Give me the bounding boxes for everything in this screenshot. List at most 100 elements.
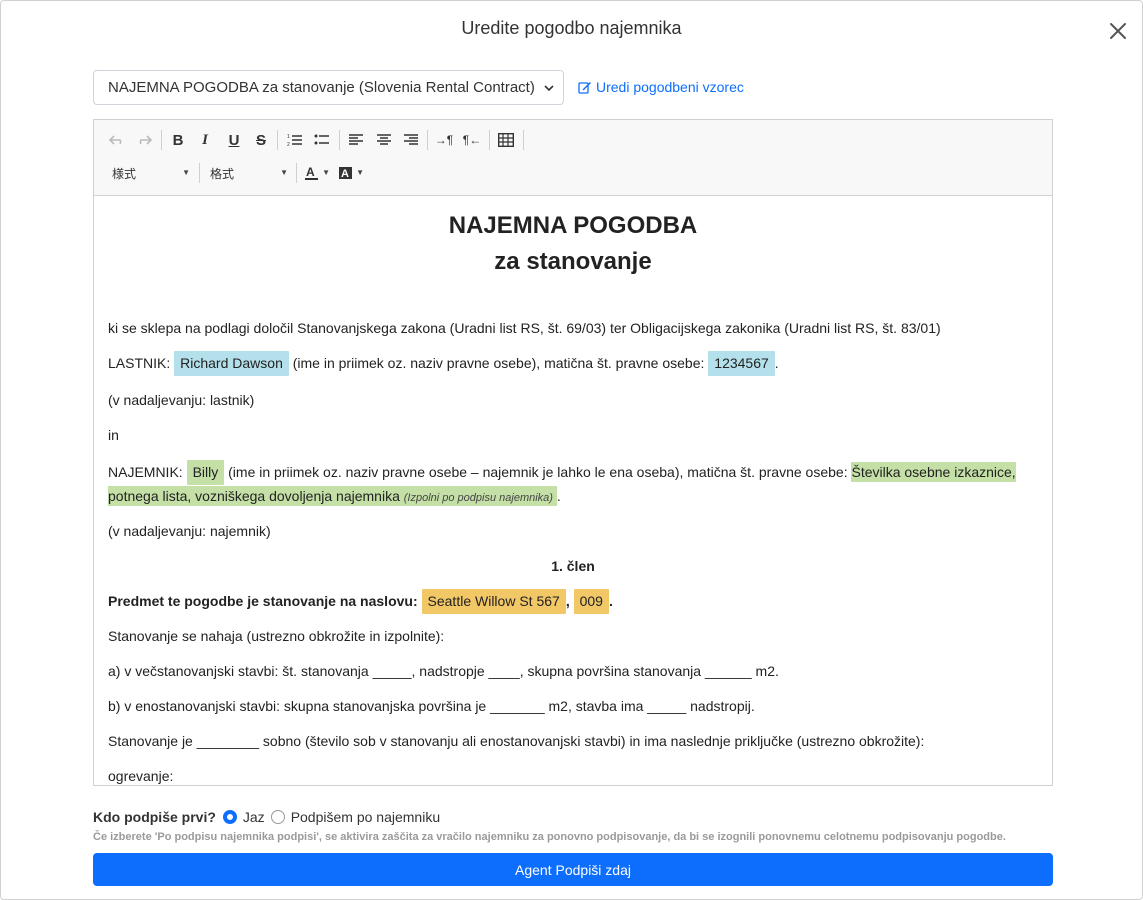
caret-down-icon: ▼ (322, 168, 330, 177)
toolbar-separator (523, 130, 524, 150)
radio-sign-me-first[interactable] (222, 810, 237, 824)
format-dropdown-label: 格式 (210, 166, 235, 181)
numbered-list-button[interactable]: 12 (283, 128, 307, 152)
align-left-icon (349, 134, 363, 145)
close-button[interactable] (1106, 19, 1130, 43)
article-1-heading: 1. člen (551, 558, 595, 574)
document-title-line2: za stanovanje (494, 248, 652, 275)
radio-label-me[interactable]: Jaz (243, 809, 265, 825)
svg-text:A: A (306, 165, 315, 179)
sign-order-question: Kdo podpiše prvi? (93, 809, 216, 825)
option-b-paragraph: b) v enostanovanjski stavbi: skupna stan… (108, 698, 755, 714)
subject-after: . (608, 593, 613, 609)
align-center-button[interactable] (372, 128, 396, 152)
ltr-button[interactable]: →¶ (432, 128, 456, 152)
document-title: NAJEMNA POGODBA za stanovanje (108, 208, 1038, 280)
bold-icon: B (172, 131, 184, 149)
intro-paragraph: ki se sklepa na podlagi določil Stanovan… (108, 320, 941, 336)
owner-note: (v nadaljevanju: lastnik) (108, 392, 255, 408)
sign-order-note: Če izberete 'Po podpisu najemnika podpis… (93, 831, 1006, 843)
text-color-button[interactable]: A ▼ (304, 162, 330, 184)
edit-template-label: Uredi pogodbeni vzorec (596, 79, 744, 95)
numbered-list-icon: 12 (287, 134, 302, 147)
unit-field[interactable]: 009 (573, 589, 609, 614)
close-icon (1110, 23, 1126, 39)
sign-now-button[interactable]: Agent Podpiši zdaj (93, 853, 1053, 886)
align-right-icon (404, 134, 418, 145)
owner-mid-text: (ime in priimek oz. naziv pravne osebe),… (292, 355, 705, 371)
undo-button[interactable] (105, 128, 129, 152)
tenant-name-field[interactable]: Billy (186, 460, 225, 485)
owner-after: . (774, 355, 779, 371)
redo-icon (139, 135, 152, 145)
contract-template-select[interactable]: NAJEMNA POGODBA za stanovanje (Slovenia … (93, 70, 564, 105)
svg-text:2: 2 (287, 142, 290, 147)
edit-icon (578, 82, 591, 94)
radio-label-after-tenant[interactable]: Podpišem po najemniku (291, 809, 440, 825)
subject-paragraph: Predmet te pogodbe je stanovanje na nasl… (108, 589, 1038, 614)
svg-text:A: A (341, 168, 349, 180)
align-right-button[interactable] (399, 128, 423, 152)
style-dropdown-label: 様式 (112, 166, 137, 181)
redo-button[interactable] (132, 128, 156, 152)
subject-label: Predmet te pogodbe je stanovanje na nasl… (108, 593, 418, 609)
tenant-prefix: NAJEMNIK: (108, 464, 183, 480)
owner-id-field[interactable]: 1234567 (708, 351, 775, 376)
chevron-down-icon (544, 85, 554, 92)
undo-icon (109, 135, 122, 145)
tenant-paragraph: NAJEMNIK: Billy (ime in priimek oz. nazi… (108, 460, 1038, 509)
toolbar-separator (277, 130, 278, 150)
sign-order-group: Kdo podpiše prvi? Jaz Podpišem po najemn… (93, 809, 446, 825)
owner-prefix: LASTNIK: (108, 355, 171, 371)
style-dropdown[interactable]: 様式 ▼ (112, 162, 190, 184)
ltr-icon: →¶ (434, 133, 454, 147)
table-button[interactable] (494, 128, 518, 152)
and-text: in (108, 427, 119, 443)
bold-button[interactable]: B (166, 128, 190, 152)
modal-title: Uredite pogodbo najemnika (461, 18, 682, 38)
toolbar-separator (161, 130, 162, 150)
underline-button[interactable]: U (222, 128, 246, 152)
address-field[interactable]: Seattle Willow St 567 (421, 589, 566, 614)
strikethrough-button[interactable]: S (249, 128, 273, 152)
italic-button[interactable]: I (193, 128, 217, 152)
rtl-icon: ¶← (462, 133, 482, 147)
rtl-button[interactable]: ¶← (460, 128, 484, 152)
option-a-paragraph: a) v večstanovanjski stavbi: št. stanova… (108, 663, 779, 679)
background-color-button[interactable]: A ▼ (338, 162, 364, 184)
owner-name-field[interactable]: Richard Dawson (174, 351, 289, 376)
bulleted-list-icon (314, 134, 329, 145)
caret-down-icon: ▼ (280, 168, 288, 177)
align-left-button[interactable] (344, 128, 368, 152)
tenant-note: (v nadaljevanju: najemnik) (108, 523, 271, 539)
radio-sign-after-tenant[interactable] (270, 810, 285, 824)
location-paragraph: Stanovanje se nahaja (ustrezno obkrožite… (108, 628, 445, 644)
toolbar-separator (199, 163, 200, 183)
svg-text:1: 1 (287, 134, 290, 140)
editor-toolbar: B I U S 12 →¶ ¶← 様式 ▼ 格式 ▼ A ▼ A ▼ (94, 120, 1052, 196)
owner-paragraph: LASTNIK: Richard Dawson (ime in priimek … (108, 351, 1038, 376)
tenant-after: . (556, 488, 561, 504)
rooms-paragraph: Stanovanje je ________ sobno (število so… (108, 733, 925, 749)
document-content[interactable]: NAJEMNA POGODBA za stanovanje ki se skle… (94, 197, 1052, 785)
edit-template-link[interactable]: Uredi pogodbeni vzorec (578, 79, 744, 95)
underline-icon: U (228, 131, 240, 149)
strikethrough-icon: S (255, 131, 266, 149)
tenant-id-hint: (Izpolni po podpisu najemnika) (403, 492, 553, 504)
text-color-icon: A (305, 165, 318, 180)
bulleted-list-button[interactable] (310, 128, 334, 152)
toolbar-separator (296, 163, 297, 183)
toolbar-separator (489, 130, 490, 150)
toolbar-separator (427, 130, 428, 150)
heating-paragraph: ogrevanje: (108, 768, 174, 784)
address-separator: , (565, 593, 570, 609)
template-select-value: NAJEMNA POGODBA za stanovanje (Slovenia … (108, 79, 535, 96)
table-icon (498, 133, 514, 147)
caret-down-icon: ▼ (356, 168, 364, 177)
document-title-line1: NAJEMNA POGODBA (448, 212, 698, 239)
format-dropdown[interactable]: 格式 ▼ (210, 162, 288, 184)
rich-text-editor: B I U S 12 →¶ ¶← 様式 ▼ 格式 ▼ A ▼ A ▼ NAJEM… (93, 119, 1053, 786)
italic-icon: I (202, 131, 208, 148)
background-color-icon: A (339, 167, 352, 180)
toolbar-separator (339, 130, 340, 150)
